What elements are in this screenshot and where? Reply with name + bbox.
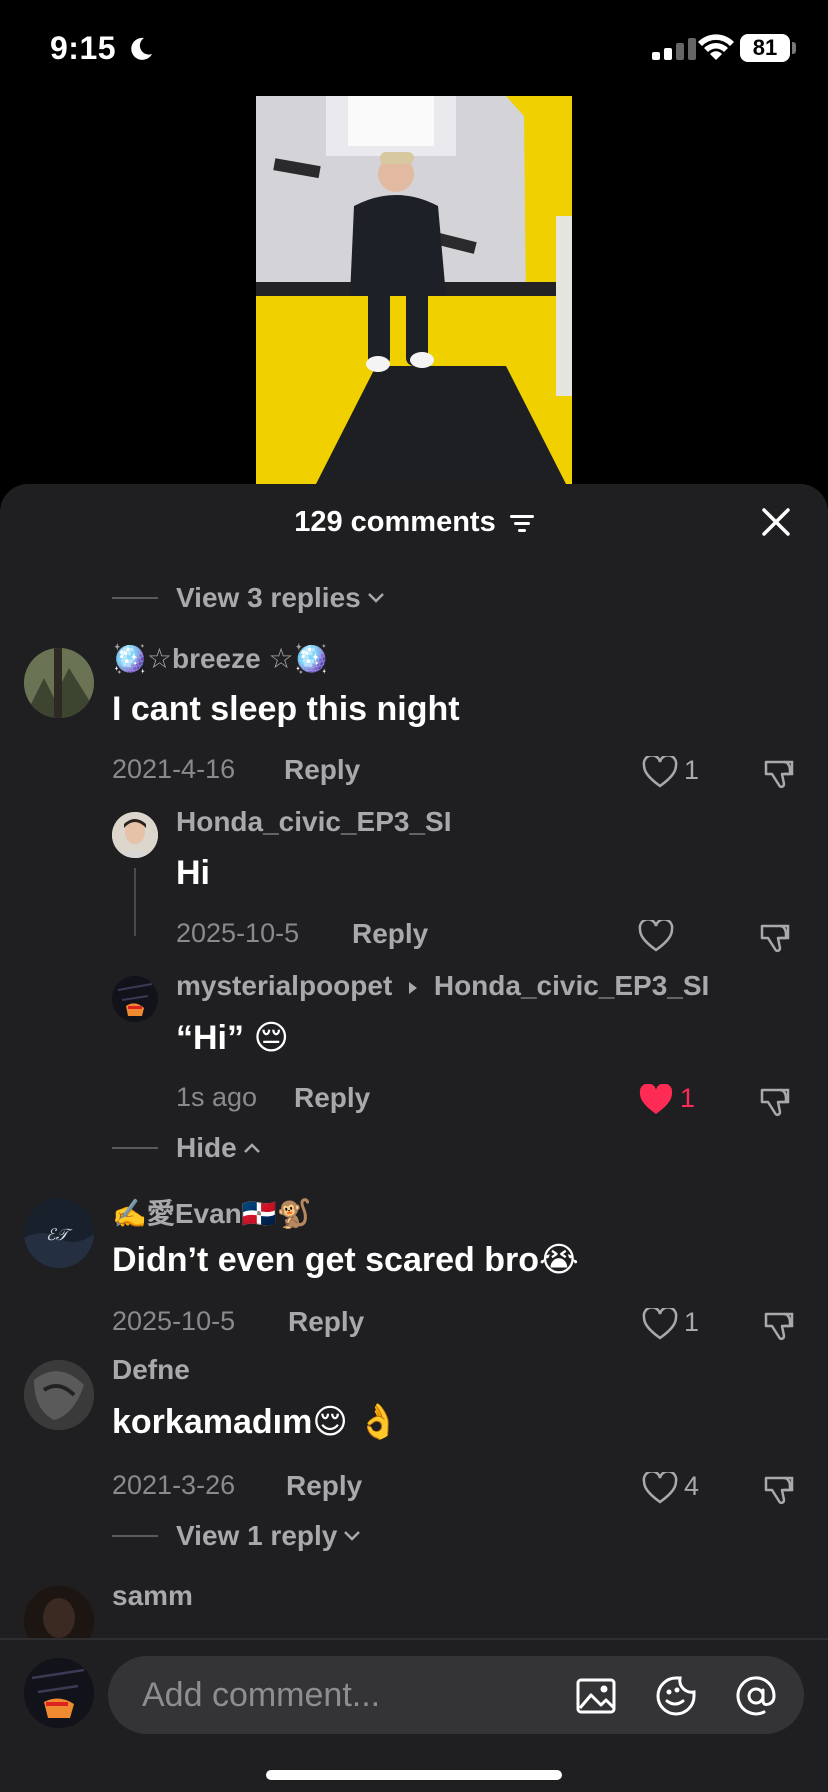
reply-date: 2025-10-5 (176, 918, 300, 948)
comment-username[interactable]: Defne (112, 1354, 190, 1386)
like-count: 1 (680, 1083, 696, 1113)
mention-icon[interactable] (734, 1674, 778, 1718)
comment-text: Didn’t even get scared bro😭 (112, 1241, 579, 1279)
heart-icon[interactable] (642, 756, 678, 788)
filter-icon[interactable] (509, 513, 534, 533)
like-count: 4 (684, 1471, 700, 1501)
reply-date: 1s ago (176, 1082, 258, 1112)
chevron-down-icon (344, 1531, 361, 1541)
comment-date: 2021-4-16 (112, 754, 236, 784)
reply-author[interactable]: mysterialpoopet (176, 970, 392, 1001)
comment-date: 2025-10-5 (112, 1306, 236, 1336)
comment-text: I cant sleep this night (112, 690, 460, 728)
comment-text: korkamadım😌 👌 (112, 1403, 400, 1441)
heart-icon[interactable] (642, 1308, 678, 1340)
view-replies-label: View 3 replies (176, 582, 361, 613)
hide-replies-button[interactable]: Hide (112, 1132, 261, 1164)
status-bar: 9:15 81 (0, 0, 828, 96)
divider-line (112, 1147, 158, 1149)
thread-line (134, 868, 136, 936)
view-replies-button[interactable]: View 1 reply (112, 1520, 361, 1552)
avatar-image (24, 648, 94, 718)
avatar-image (112, 976, 158, 1022)
comment-date: 2021-3-26 (112, 1470, 236, 1500)
avatar-image (112, 812, 158, 858)
comment-username[interactable]: 🪩☆breeze ☆🪩 (112, 642, 328, 675)
comment-composer: Add comment... (0, 1640, 828, 1792)
reply-button[interactable]: Reply (284, 754, 360, 786)
comments-list[interactable]: View 3 replies 🪩☆breeze ☆🪩 I cant sleep … (0, 560, 828, 1710)
avatar[interactable] (112, 812, 158, 858)
reply-text: Hi (176, 854, 210, 892)
like-count: 1 (684, 755, 700, 785)
hide-label: Hide (176, 1132, 237, 1163)
status-time: 9:15 (50, 30, 117, 66)
reply-text: “Hi” 😔 (176, 1019, 289, 1057)
comment-username[interactable]: ✍️愛Evan🇩🇴🐒 (112, 1192, 312, 1232)
view-replies-label: View 1 reply (176, 1520, 338, 1551)
my-avatar (24, 1658, 94, 1728)
sheet-header: 129 comments (0, 484, 828, 560)
reply-arrow-icon (409, 981, 418, 994)
divider-line (112, 597, 158, 599)
avatar[interactable] (24, 648, 94, 718)
dislike-icon[interactable] (762, 756, 796, 790)
comment-username[interactable]: samm (112, 1580, 193, 1612)
divider-line (112, 1535, 158, 1537)
comment-input[interactable]: Add comment... (108, 1656, 804, 1734)
reply-username: mysterialpoopet Honda_civic_EP3_SI (176, 970, 709, 1002)
dislike-icon[interactable] (762, 1308, 796, 1342)
heart-icon[interactable] (638, 920, 674, 952)
reply-target[interactable]: Honda_civic_EP3_SI (434, 970, 709, 1001)
dislike-icon[interactable] (758, 1084, 792, 1118)
reply-username[interactable]: Honda_civic_EP3_SI (176, 806, 451, 838)
reply-button[interactable]: Reply (352, 918, 428, 950)
reply-button[interactable]: Reply (286, 1470, 362, 1502)
battery-indicator: 81 (740, 34, 790, 62)
like-count: 1 (684, 1307, 700, 1337)
image-icon[interactable] (574, 1674, 618, 1718)
battery-nub (792, 42, 796, 54)
comments-title[interactable]: 129 comments (0, 506, 828, 539)
avatar-image: ℰ𝒯 (24, 1198, 94, 1268)
reply-button[interactable]: Reply (294, 1082, 370, 1114)
view-replies-button[interactable]: View 3 replies (112, 582, 385, 614)
avatar[interactable]: ℰ𝒯 (24, 1198, 94, 1268)
comment-input-placeholder: Add comment... (142, 1676, 381, 1714)
avatar-image (24, 1658, 94, 1728)
chevron-down-icon (367, 593, 384, 603)
avatar[interactable] (112, 976, 158, 1022)
home-indicator (266, 1770, 562, 1780)
chevron-up-icon (243, 1143, 260, 1153)
avatar-image (24, 1360, 94, 1430)
comments-count-label: 129 comments (294, 506, 496, 538)
emoji-icon[interactable] (654, 1674, 698, 1718)
video-frame-image (256, 96, 572, 484)
video-preview[interactable] (256, 96, 572, 484)
heart-icon[interactable] (642, 1472, 678, 1504)
reply-button[interactable]: Reply (288, 1306, 364, 1338)
avatar[interactable] (24, 1360, 94, 1430)
wifi-icon (698, 34, 734, 60)
comments-sheet: 129 comments View 3 replies 🪩☆breeze ☆🪩 … (0, 484, 828, 1792)
signal-icon (652, 38, 696, 60)
heart-icon[interactable] (638, 1084, 674, 1116)
close-icon[interactable] (758, 504, 794, 540)
dislike-icon[interactable] (758, 920, 792, 954)
dislike-icon[interactable] (762, 1472, 796, 1506)
moon-icon (131, 37, 152, 60)
